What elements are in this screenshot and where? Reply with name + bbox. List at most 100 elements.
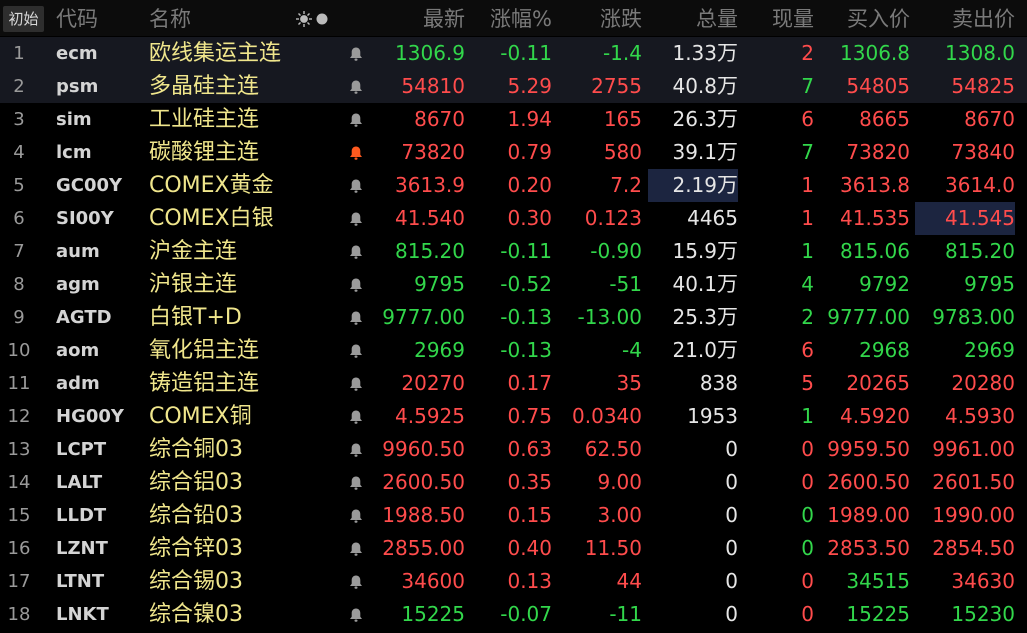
ask-price: 34630 — [951, 569, 1015, 593]
bell-icon[interactable] — [346, 400, 366, 433]
header-icons[interactable] — [296, 10, 330, 28]
instrument-code: AGTD — [56, 307, 112, 328]
total-volume: 15.9万 — [648, 235, 738, 268]
bell-icon[interactable] — [346, 433, 366, 466]
total-volume: 0 — [648, 433, 738, 466]
latest-price: 1306.9 — [395, 41, 465, 65]
change-amount: 165 — [603, 107, 642, 131]
change-amount: 0.0340 — [572, 404, 642, 428]
latest-price: 20270 — [401, 371, 465, 395]
total-volume: 0 — [648, 466, 738, 499]
bell-icon[interactable] — [346, 70, 366, 103]
instrument-name: COMEX黄金 — [149, 173, 274, 198]
volume-value: 21.0 — [672, 338, 717, 362]
volume-value: 1.33 — [672, 41, 717, 65]
instrument-code: agm — [56, 274, 100, 295]
change-amount: 62.50 — [584, 437, 642, 461]
col-header-latest[interactable]: 最新 — [370, 0, 465, 36]
bell-icon[interactable] — [346, 103, 366, 136]
col-header-current[interactable]: 现量 — [750, 0, 814, 36]
table-row[interactable]: 15 LLDT 综合铅03 1988.50 0.15 3.00 0 0 1989.00 1990.… — [0, 499, 1027, 532]
volume-value: 4465 — [687, 206, 738, 230]
table-row[interactable]: 3 sim 工业硅主连 8670 1.94 165 26.3万 6 8665 8670 — [0, 103, 1027, 136]
table-row[interactable]: 4 lcm 碳酸锂主连 73820 0.79 580 39.1万 7 73820 73840 — [0, 136, 1027, 169]
table-row[interactable]: 12 HG00Y COMEX铜 4.5925 0.75 0.0340 1953 1 4.5920… — [0, 400, 1027, 433]
bell-icon[interactable] — [346, 169, 366, 202]
bell-icon[interactable] — [346, 367, 366, 400]
bell-icon[interactable] — [346, 334, 366, 367]
volume-unit: 万 — [717, 41, 738, 65]
change-amount: 0.123 — [584, 206, 642, 230]
instrument-name: 沪银主连 — [149, 272, 238, 297]
bid-price: 815.06 — [840, 239, 910, 263]
current-volume: 5 — [801, 371, 814, 395]
volume-unit: 万 — [717, 140, 738, 164]
table-row[interactable]: 2 psm 多晶硅主连 54810 5.29 2755 40.8万 7 54805 54825 — [0, 70, 1027, 103]
instrument-name: 综合镍03 — [149, 602, 243, 627]
bell-icon[interactable] — [346, 235, 366, 268]
instrument-code: LTNT — [56, 571, 105, 592]
volume-value: 0 — [725, 569, 738, 593]
instrument-code: LNKT — [56, 604, 109, 625]
bid-price: 2968 — [859, 338, 910, 362]
bell-icon[interactable] — [346, 598, 366, 631]
instrument-code: LALT — [56, 472, 103, 493]
circle-icon — [316, 13, 328, 25]
table-row[interactable]: 7 aum 沪金主连 815.20 -0.11 -0.90 15.9万 1 815.06 815.… — [0, 235, 1027, 268]
bell-icon[interactable] — [346, 532, 366, 565]
table-row[interactable]: 16 LZNT 综合锌03 2855.00 0.40 11.50 0 0 2853.50 2854… — [0, 532, 1027, 565]
change-amount: 11.50 — [584, 536, 642, 560]
table-row[interactable]: 5 GC00Y COMEX黄金 3613.9 0.20 7.2 2.19万 1 3613.8 36… — [0, 169, 1027, 202]
total-volume: 4465 — [648, 202, 738, 235]
ask-price: 9961.00 — [932, 437, 1015, 461]
bid-price: 2853.50 — [827, 536, 910, 560]
bell-icon[interactable] — [346, 466, 366, 499]
table-row[interactable]: 18 LNKT 综合镍03 15225 -0.07 -11 0 0 15225 15230 — [0, 598, 1027, 631]
instrument-name: COMEX白银 — [149, 206, 274, 231]
bell-icon[interactable] — [346, 37, 366, 70]
current-volume: 1 — [801, 173, 814, 197]
col-header-chg[interactable]: 涨跌 — [560, 0, 642, 36]
row-index: 4 — [13, 142, 25, 163]
col-header-ask[interactable]: 卖出价 — [915, 0, 1015, 36]
current-volume: 6 — [801, 107, 814, 131]
latest-price: 9795 — [414, 272, 465, 296]
table-row[interactable]: 14 LALT 综合铝03 2600.50 0.35 9.00 0 0 2600.50 2601.… — [0, 466, 1027, 499]
volume-unit: 万 — [717, 239, 738, 263]
bell-icon[interactable] — [346, 268, 366, 301]
change-percent: 0.20 — [507, 173, 552, 197]
col-header-pct[interactable]: 涨幅% — [470, 0, 552, 36]
total-volume: 25.3万 — [648, 301, 738, 334]
table-row[interactable]: 11 adm 铸造铝主连 20270 0.17 35 838 5 20265 20280 — [0, 367, 1027, 400]
row-index: 7 — [13, 241, 25, 262]
latest-price: 34600 — [401, 569, 465, 593]
ask-price: 815.20 — [945, 239, 1015, 263]
bell-alert-icon[interactable] — [346, 136, 366, 169]
col-header-volume[interactable]: 总量 — [648, 0, 738, 36]
current-volume: 0 — [801, 470, 814, 494]
bid-price: 1989.00 — [827, 503, 910, 527]
bell-icon[interactable] — [346, 499, 366, 532]
col-header-code[interactable]: 代码 — [56, 0, 98, 36]
bid-price: 34515 — [846, 569, 910, 593]
table-row[interactable]: 1 ecm 欧线集运主连 1306.9 -0.11 -1.4 1.33万 2 1306.8 130… — [0, 37, 1027, 70]
ask-price: 54825 — [951, 74, 1015, 98]
table-row[interactable]: 9 AGTD 白银T+D 9777.00 -0.13 -13.00 25.3万 2 9777.0… — [0, 301, 1027, 334]
col-header-name[interactable]: 名称 — [149, 0, 191, 36]
table-row[interactable]: 6 SI00Y COMEX白银 41.540 0.30 0.123 4465 1 41.535 4… — [0, 202, 1027, 235]
bell-icon[interactable] — [346, 301, 366, 334]
current-volume: 2 — [801, 305, 814, 329]
table-row[interactable]: 10 aom 氧化铝主连 2969 -0.13 -4 21.0万 6 2968 2969 — [0, 334, 1027, 367]
bell-icon[interactable] — [346, 202, 366, 235]
bid-price: 1306.8 — [840, 41, 910, 65]
instrument-name: 工业硅主连 — [149, 107, 260, 132]
table-row[interactable]: 13 LCPT 综合铜03 9960.50 0.63 62.50 0 0 9959.50 9961… — [0, 433, 1027, 466]
row-index: 8 — [13, 274, 25, 295]
bell-icon[interactable] — [346, 565, 366, 598]
init-button[interactable]: 初始 — [3, 6, 44, 32]
change-amount: -51 — [609, 272, 642, 296]
change-percent: 0.13 — [507, 569, 552, 593]
table-row[interactable]: 17 LTNT 综合锡03 34600 0.13 44 0 0 34515 34630 — [0, 565, 1027, 598]
table-row[interactable]: 8 agm 沪银主连 9795 -0.52 -51 40.1万 4 9792 9795 — [0, 268, 1027, 301]
col-header-bid[interactable]: 买入价 — [820, 0, 910, 36]
